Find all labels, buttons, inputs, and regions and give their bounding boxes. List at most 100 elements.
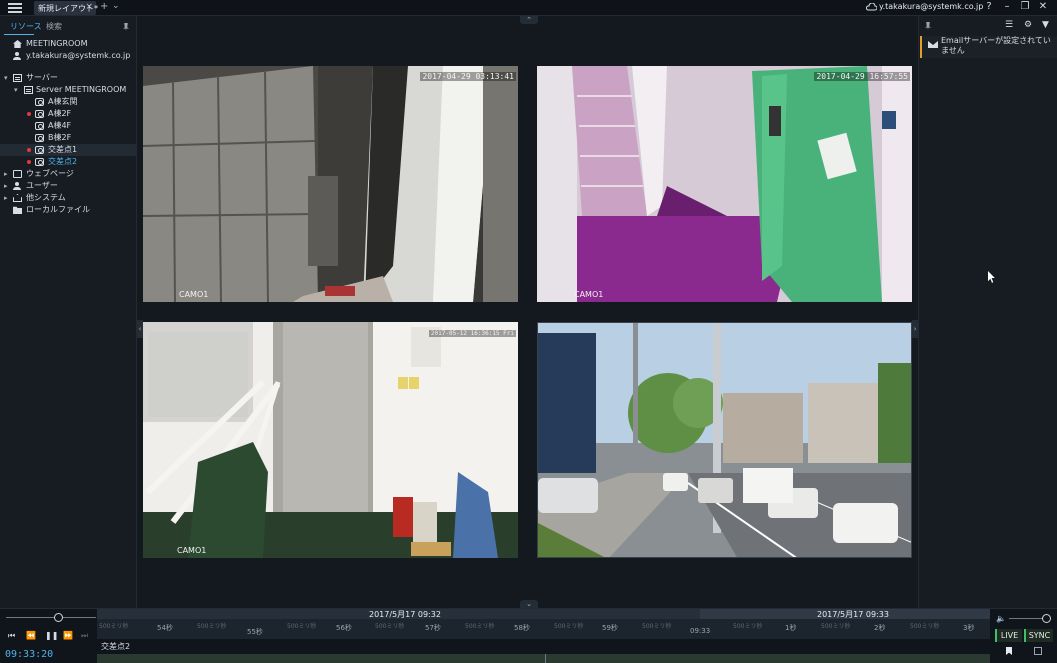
timeline-tick: 55秒: [247, 628, 263, 636]
expand-down-icon[interactable]: ▾: [14, 84, 18, 96]
tree-item-site[interactable]: MEETINGROOM: [0, 38, 137, 50]
speaker-icon[interactable]: 🔈: [996, 614, 1006, 623]
tree-item-users[interactable]: ▸ ユーザー: [0, 180, 137, 192]
camera-feed-image: [143, 66, 518, 302]
resource-sidebar: リソース 検索 MEETINGROOM y.takakura@systemk.c…: [0, 16, 137, 608]
minimize-icon[interactable]: –: [998, 1, 1016, 12]
other-systems-label: 他システム: [26, 193, 66, 202]
timeline-ruler[interactable]: 2017/5月17 09:32 2017/5月17 09:33 500ミリ秒 5…: [97, 609, 990, 639]
timeline-tick: 59秒: [602, 624, 618, 632]
tree-item-user[interactable]: y.takakura@systemk.co.jp: [0, 50, 137, 62]
camera-tile[interactable]: 2017-04-29 16:57:55 CAMO1: [537, 66, 912, 302]
tree-item-camera[interactable]: A棟2F: [0, 108, 137, 120]
user-icon: [13, 52, 22, 60]
camera-tile[interactable]: [537, 322, 912, 558]
tree-item-servers[interactable]: ▾ サーバー: [0, 72, 137, 84]
other-systems-icon: [13, 194, 22, 202]
pin-icon[interactable]: [925, 22, 931, 30]
email-notice-text: Emailサーバーが設定されていません: [941, 36, 1051, 55]
email-notification[interactable]: Emailサーバーが設定されていません: [920, 36, 1057, 58]
timeline-subtick: 500ミリ秒: [375, 623, 405, 630]
camera-label: B棟2F: [48, 133, 72, 142]
pin-icon[interactable]: [123, 23, 129, 31]
timeline-tick: 56秒: [336, 624, 352, 632]
live-button[interactable]: LIVE: [995, 629, 1022, 642]
camera-timestamp: 2017-04-29 16:57:55: [814, 72, 910, 81]
account-label[interactable]: y.takakura@systemk.co.jp: [879, 2, 983, 11]
camera-timestamp: 2017-05-12 16:36:15 Fri: [428, 330, 516, 337]
notifications-panel: ☰ ⚙ ▼ Emailサーバーが設定されていません: [918, 16, 1057, 608]
recording-indicator: [27, 112, 31, 116]
close-tab-icon[interactable]: ×: [85, 2, 93, 12]
timeline-subtick: 500ミリ秒: [99, 623, 129, 630]
tab-resources[interactable]: リソース: [10, 21, 42, 32]
chevron-down-icon[interactable]: ⌄: [112, 1, 120, 11]
timeline-subtick: 500ミリ秒: [197, 623, 227, 630]
speed-slider[interactable]: [6, 617, 96, 618]
timeline-tick: 09:33: [690, 627, 711, 635]
add-tab-icon[interactable]: +: [100, 1, 108, 12]
expand-right-icon[interactable]: ▸: [4, 168, 8, 180]
expand-right-icon[interactable]: ▸: [4, 180, 8, 192]
help-icon[interactable]: ?: [980, 1, 998, 12]
sync-button[interactable]: SYNC: [1024, 629, 1053, 642]
expand-right-icon[interactable]: ▸: [4, 192, 8, 204]
collapse-bottom-handle[interactable]: ⌄: [520, 600, 538, 608]
camera-tile[interactable]: 2017-04-29 03:13:41 CAMO1: [143, 66, 518, 302]
calendar-icon[interactable]: [1034, 647, 1042, 655]
tree-item-camera[interactable]: 交差点2: [0, 156, 137, 168]
camera-label: CAMO1: [574, 290, 604, 299]
camera-icon: [35, 146, 44, 154]
window-controls: ? – ❐ ✕: [980, 1, 1052, 12]
timeline-subtick: 500ミリ秒: [733, 623, 763, 630]
tree-item-webpages[interactable]: ▸ ウェブページ: [0, 168, 137, 180]
pause-icon[interactable]: ❚❚: [45, 631, 58, 640]
filter-icon[interactable]: ▼: [1042, 20, 1049, 30]
resource-tree: MEETINGROOM y.takakura@systemk.co.jp ▾ サー…: [0, 38, 137, 216]
globe-icon: [13, 170, 22, 178]
rewind-icon[interactable]: ⏪: [26, 631, 36, 640]
camera-icon: [35, 158, 44, 166]
sidebar-tabs: リソース 検索: [0, 18, 137, 35]
notifications-toolbar: ☰ ⚙ ▼: [919, 20, 1057, 32]
timeline-date-right: 2017/5月17 09:33: [817, 610, 889, 619]
tree-item-camera[interactable]: A棟玄関: [0, 96, 137, 108]
layout-tab[interactable]: 新規レイアウト* ×: [34, 1, 98, 15]
volume-slider-knob[interactable]: [1042, 614, 1051, 623]
bookmark-icon[interactable]: [1006, 647, 1012, 655]
restore-icon[interactable]: ❐: [1016, 1, 1034, 12]
hamburger-menu-icon[interactable]: [8, 3, 22, 13]
recording-track[interactable]: [97, 654, 990, 663]
close-icon[interactable]: ✕: [1034, 1, 1052, 12]
collapse-top-handle[interactable]: ⌃: [520, 16, 538, 24]
tab-search[interactable]: 検索: [46, 21, 62, 32]
camera-icon: [35, 110, 44, 118]
title-bar: 新規レイアウト* × + ⌄ y.takakura@systemk.co.jp …: [0, 0, 1057, 16]
fast-forward-icon[interactable]: ⏩: [63, 631, 73, 640]
camera-tile[interactable]: 2017-05-12 16:36:15 Fri CAMO1: [143, 322, 518, 558]
tree-item-server[interactable]: ▾ Server MEETINGROOM: [0, 84, 137, 96]
expand-down-icon[interactable]: ▾: [4, 72, 8, 84]
tree-item-other-systems[interactable]: ▸ 他システム: [0, 192, 137, 204]
camera-label: A棟4F: [48, 121, 72, 130]
tree-item-camera[interactable]: B棟2F: [0, 132, 137, 144]
timeline-tick: 54秒: [157, 624, 173, 632]
skip-back-icon[interactable]: ⏮: [8, 631, 15, 641]
camera-icon: [35, 122, 44, 130]
camera-label: 交差点2: [48, 157, 78, 166]
timeline-camera-name: 交差点2: [101, 642, 131, 651]
skip-forward-icon[interactable]: ⏭: [81, 631, 88, 641]
list-icon[interactable]: ☰: [1005, 20, 1013, 30]
tree-item-camera[interactable]: 交差点1: [0, 144, 137, 156]
timeline-subtick: 500ミリ秒: [642, 623, 672, 630]
timeline-subtick: 500ミリ秒: [910, 623, 940, 630]
users-icon: [13, 182, 22, 190]
speed-slider-knob[interactable]: [54, 613, 63, 622]
tree-item-local-files[interactable]: ローカルファイル: [0, 204, 137, 216]
gear-icon[interactable]: ⚙: [1024, 20, 1032, 30]
tree-item-camera[interactable]: A棟4F: [0, 120, 137, 132]
timeline-tick: 1秒: [785, 624, 797, 632]
playhead-marker[interactable]: [545, 654, 546, 663]
active-tab-indicator: [4, 34, 34, 35]
